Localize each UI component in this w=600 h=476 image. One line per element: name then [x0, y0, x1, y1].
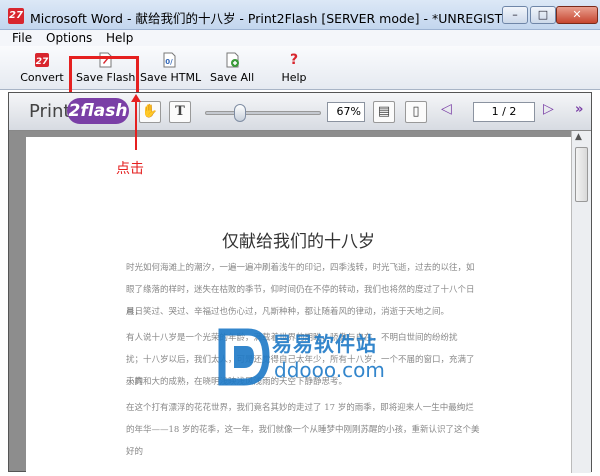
scroll-thumb[interactable] [575, 147, 588, 202]
help-label: Help [281, 71, 307, 84]
help-icon: ? [289, 52, 299, 68]
annotation-arrow-line [135, 97, 137, 150]
save-html-button[interactable]: 0/ Save HTML [140, 48, 202, 88]
watermark-cn-text: 易易软件站 [272, 332, 377, 356]
close-button[interactable]: ✕ [556, 6, 598, 24]
vertical-scrollbar[interactable]: ▲ [571, 131, 591, 473]
page-number-input[interactable]: 1 / 2 [473, 102, 535, 122]
zoom-input[interactable]: 67% [327, 102, 365, 122]
svg-text:0/: 0/ [165, 58, 173, 66]
print2flash-logo-text: Print [29, 101, 71, 122]
zoom-slider-thumb[interactable] [233, 104, 246, 122]
click-annotation: 点击 [116, 161, 144, 177]
menu-file[interactable]: File [12, 31, 32, 45]
watermark: 易易软件站 ddooo.com [216, 326, 386, 396]
svg-text:27: 27 [36, 57, 49, 67]
watermark-url-text: ddooo.com [274, 358, 385, 382]
save-flash-highlight [69, 56, 139, 95]
document-title: 仅献给我们的十八岁 [222, 232, 375, 252]
scroll-up-icon[interactable]: ▲ [575, 132, 582, 142]
prev-page-icon[interactable]: ◁ [441, 101, 452, 117]
print2flash-logo-pill: 2flash [67, 98, 129, 124]
viewer-toolbar: Print 2flash ✋ T 67% ▤ ▯ ◁ 1 / 2 ▷ » [9, 93, 591, 131]
hand-tool-icon[interactable]: ✋ [139, 101, 161, 123]
watermark-logo-icon [218, 328, 270, 386]
text-select-icon[interactable]: T [169, 101, 191, 123]
save-all-button[interactable]: Save All [210, 48, 254, 88]
maximize-button[interactable]: □ [530, 6, 556, 24]
next-page-icon[interactable]: ▷ [543, 101, 554, 117]
save-html-label: Save HTML [140, 71, 202, 84]
minimize-button[interactable]: – [502, 6, 528, 24]
flash-viewer: Print 2flash ✋ T 67% ▤ ▯ ◁ 1 / 2 ▷ » 仅献给… [8, 92, 592, 473]
app-icon: 27 [8, 8, 24, 24]
menu-bar: File Options Help [0, 30, 600, 46]
doc-line: 时光如何海滩上的潮汐，一遍一遍冲刷着浅午的印记，四季浅转，时光飞逝，过去的以往，… [126, 263, 475, 273]
doc-line: 的年华——18 岁的花季，这一年，我们就像一个从睡梦中刚刚苏醒的小孩，重新认识了… [126, 425, 480, 457]
help-button[interactable]: ? Help [278, 48, 310, 88]
window-title: Microsoft Word - 献给我们的十八岁 - Print2Flash … [30, 11, 502, 26]
doc-line: 在这个打有漂浮的花花世界，我们竟名其妙的走过了 17 岁的雨季，即将迎来人一生中… [126, 403, 474, 413]
save-all-label: Save All [210, 71, 255, 84]
convert-label: Convert [20, 71, 64, 84]
convert-icon: 27 [34, 52, 50, 68]
menu-help[interactable]: Help [106, 31, 133, 45]
save-all-icon [224, 52, 240, 68]
fit-page-icon[interactable]: ▯ [405, 101, 427, 123]
zoom-slider-track[interactable] [205, 111, 321, 115]
convert-button[interactable]: 27 Convert [20, 48, 64, 88]
document-page: 仅献给我们的十八岁 时光如何海滩上的潮汐，一遍一遍冲刷着浅午的印记，四季浅转，时… [26, 137, 571, 473]
doc-line: 晨，笑过、哭过、辛福过也伤心过，凡斯种种，都让随着风的律动，消逝于天地之间。 [126, 307, 450, 317]
title-bar: 27 Microsoft Word - 献给我们的十八岁 - Print2Fla… [0, 0, 600, 30]
menu-options[interactable]: Options [46, 31, 92, 45]
more-tools-icon[interactable]: » [575, 102, 583, 117]
save-html-icon: 0/ [161, 52, 177, 68]
fit-width-icon[interactable]: ▤ [373, 101, 395, 123]
